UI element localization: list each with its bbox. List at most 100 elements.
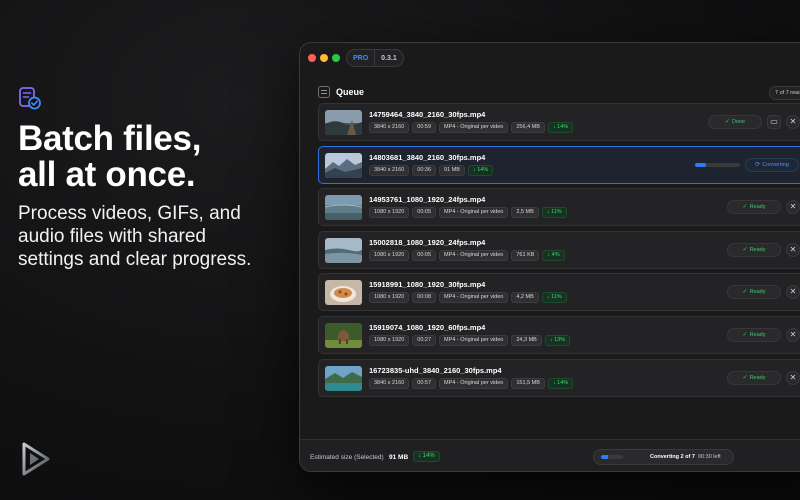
duration-chip: 00:05: [412, 249, 437, 261]
duration-chip: 00:08: [412, 292, 437, 304]
resolution-chip: 3840 x 2160: [369, 122, 410, 133]
resolution-chip: 3840 x 2160: [369, 164, 410, 176]
video-thumbnail: [325, 195, 362, 221]
file-size-chip: 4,2 MB: [511, 292, 539, 304]
minimize-window-button[interactable]: [320, 54, 328, 62]
file-row-5[interactable]: 15918991_1080_1920_30fps.mp4 1080 x 1920…: [318, 273, 800, 312]
file-row-7[interactable]: 16723835-uhd_3840_2160_30fps.mp4 3840 x …: [318, 358, 800, 397]
duration-chip: 00:05: [412, 207, 437, 219]
file-metadata: 1080 x 1920 00:05 MP4 - Original per video…: [369, 207, 567, 219]
preset-chip[interactable]: MP4 - Original per video: [439, 207, 509, 219]
time-left: 00:30 left: [698, 454, 721, 460]
status-label: Converting: [762, 161, 789, 168]
queue-icon: [318, 86, 330, 98]
status-pill-done: ✓ Done: [708, 115, 762, 129]
savings-chip: ↓ 4%: [542, 249, 565, 261]
file-name: 14953761_1080_1920_24fps.mp4: [369, 195, 486, 205]
check-circle-icon: ✓: [742, 204, 748, 211]
file-size-chip: 151,5 MB: [511, 377, 545, 389]
preset-chip[interactable]: MP4 - Original per video: [439, 292, 509, 304]
status-label: Ready: [749, 246, 766, 253]
headline: Batch files, all at once.: [18, 121, 278, 193]
preset-chip[interactable]: MP4 - Original per video: [439, 334, 509, 346]
video-thumbnail: [325, 322, 362, 348]
file-name: 15919074_1080_1920_60fps.mp4: [369, 322, 486, 332]
status-label: Ready: [749, 289, 766, 296]
resolution-chip: 3840 x 2160: [369, 377, 410, 389]
check-circle-icon: ✓: [742, 289, 748, 296]
promo-subtext: Process videos, GIFs, and audio files wi…: [18, 203, 252, 270]
savings-chip: ↓ 11%: [541, 207, 567, 219]
remove-file-button[interactable]: ✕: [786, 200, 800, 215]
close-window-button[interactable]: [308, 54, 316, 62]
file-metadata: 1080 x 1920 00:05 MP4 - Original per video…: [369, 249, 565, 261]
queue-header: Queue 7 of 7 ready: [318, 85, 800, 101]
file-name: 16723835-uhd_3840_2160_30fps.mp4: [369, 365, 502, 375]
file-metadata: 3840 x 2160 00:59 MP4 - Original per video…: [369, 122, 574, 133]
resolution-chip: 1080 x 1920: [369, 334, 410, 346]
file-row-6[interactable]: 15919074_1080_1920_60fps.mp4 1080 x 1920…: [318, 315, 800, 354]
file-metadata: 3840 x 2160 00:57 MP4 - Original per video…: [369, 377, 574, 389]
overall-progress-bar: [601, 455, 623, 459]
duration-chip: 00:57: [412, 377, 437, 389]
file-size-chip: 256,4 MB: [511, 122, 545, 133]
video-thumbnail: [325, 110, 362, 135]
file-name: 15002818_1080_1920_24fps.mp4: [369, 237, 486, 247]
headline-line-1: Batch files,: [18, 119, 202, 158]
version-badge: 0.3.1: [381, 54, 397, 62]
estimated-savings-badge: ↓ 14%: [413, 451, 440, 462]
conversion-status: Converting 2 of 7: [650, 454, 695, 460]
status-pill-converting: ⟳ Converting: [745, 157, 799, 172]
check-circle-icon: ✓: [724, 119, 730, 125]
remove-file-button[interactable]: ✕: [786, 285, 800, 300]
reveal-in-folder-button[interactable]: ▭: [767, 115, 781, 129]
preset-chip[interactable]: MP4 - Original per video: [439, 377, 509, 389]
status-pill-ready: ✓ Ready: [727, 200, 781, 215]
file-metadata: 3840 x 2160 00:36 91 MB ↓ 14%: [369, 164, 494, 176]
file-row-3[interactable]: 14953761_1080_1920_24fps.mp4 1080 x 1920…: [318, 188, 800, 227]
zoom-window-button[interactable]: [332, 54, 340, 62]
pro-badge: PRO: [347, 50, 376, 66]
resolution-chip: 1080 x 1920: [369, 207, 410, 219]
duration-chip: 00:59: [412, 122, 437, 133]
estimated-size-label: Estimated size (Selected): [310, 454, 384, 461]
file-name: 14759464_3840_2160_30fps.mp4: [369, 110, 486, 119]
file-row-2[interactable]: 14803681_3840_2160_30fps.mp4 3840 x 2160…: [318, 145, 800, 184]
file-name: 15918991_1080_1920_30fps.mp4: [369, 280, 486, 290]
estimated-size-value: 91 MB: [389, 454, 409, 461]
check-circle-icon: ✓: [742, 374, 748, 381]
footer-bar: Estimated size (Selected) 91 MB ↓ 14% Co…: [300, 439, 800, 471]
video-thumbnail: [325, 365, 362, 391]
file-metadata: 1080 x 1920 00:08 MP4 - Original per video…: [369, 292, 567, 304]
file-size-chip: 91 MB: [439, 164, 465, 176]
headline-line-2: all at once.: [18, 155, 196, 194]
video-thumbnail: [325, 280, 362, 306]
file-size-chip: 761 KB: [511, 249, 540, 261]
overall-progress-pill[interactable]: Converting 2 of 7 00:30 left: [593, 449, 734, 465]
status-pill-ready: ✓ Ready: [727, 285, 781, 300]
remove-file-button[interactable]: ✕: [786, 327, 800, 342]
status-label: Ready: [749, 374, 766, 381]
preset-chip[interactable]: MP4 - Original per video: [439, 122, 509, 133]
resolution-chip: 1080 x 1920: [369, 292, 410, 304]
status-label: Ready: [749, 331, 766, 338]
remove-file-button[interactable]: ✕: [786, 242, 800, 257]
version-badge-group: PRO 0.3.1: [346, 49, 404, 67]
file-row-4[interactable]: 15002818_1080_1920_24fps.mp4 1080 x 1920…: [318, 230, 800, 269]
preset-chip[interactable]: MP4 - Original per video: [439, 249, 509, 261]
savings-chip: ↓ 14%: [547, 122, 574, 133]
savings-chip: ↓ 14%: [467, 164, 494, 176]
app-logo-icon: [22, 442, 50, 476]
status-label: Done: [731, 119, 746, 125]
resolution-chip: 1080 x 1920: [369, 249, 410, 261]
remove-file-button[interactable]: ✕: [786, 115, 800, 129]
file-row-1[interactable]: 14759464_3840_2160_30fps.mp4 3840 x 2160…: [318, 103, 800, 141]
ready-count-badge: 7 of 7 ready: [769, 86, 800, 100]
remove-file-button[interactable]: ✕: [786, 370, 800, 385]
queue-title: Queue: [336, 87, 365, 97]
file-name: 14803681_3840_2160_30fps.mp4: [369, 152, 486, 162]
savings-chip: ↓ 13%: [544, 334, 571, 346]
status-pill-ready: ✓ Ready: [727, 370, 781, 385]
duration-chip: 00:27: [412, 334, 437, 346]
batch-files-icon: [19, 87, 41, 110]
